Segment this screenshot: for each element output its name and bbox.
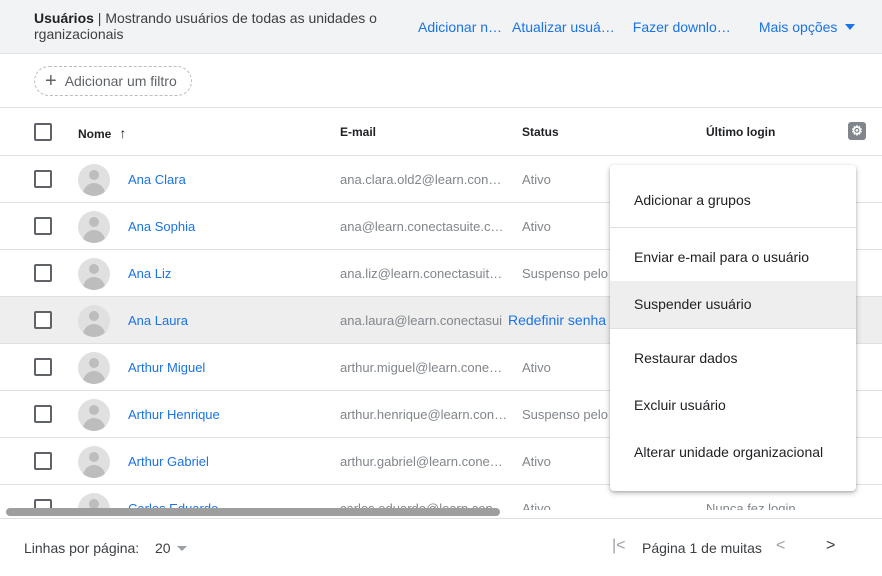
user-name-link[interactable]: Arthur Miguel [128,360,205,375]
row-checkbox[interactable] [34,264,52,282]
row-checkbox[interactable] [34,452,52,470]
menu-item-change-org-unit[interactable]: Alterar unidade organizacional [610,429,856,476]
user-last-login: Nunca fez login [706,501,796,510]
user-name-link[interactable]: Arthur Gabriel [128,454,209,469]
pagination-footer: Linhas por página: 20 |< Página 1 de mui… [0,518,882,576]
select-all-checkbox[interactable] [34,123,52,141]
title-bold: Usuários [34,10,94,26]
top-bar: Usuários | Mostrando usuários de todas a… [0,0,882,54]
horizontal-scrollbar[interactable] [6,508,500,516]
column-header-name[interactable]: Nome ↑ [78,125,126,141]
user-email: ana.laura@learn.conectasui [340,313,503,328]
toolbar-actions: Adicionar n… Atualizar usuá… Fazer downl… [418,19,856,35]
dropdown-caret-icon[interactable] [177,546,187,551]
download-button[interactable]: Fazer downlo… [633,19,731,35]
column-header-status[interactable]: Status [522,125,559,139]
user-status: Ativo [522,219,551,234]
first-page-icon[interactable]: |< [612,537,626,555]
more-options-button[interactable]: Mais opções [759,19,856,35]
next-page-icon[interactable]: > [826,537,835,555]
user-email: arthur.henrique@learn.cone… [340,407,508,422]
user-email: ana.liz@learn.conectasuite.… [340,266,508,281]
add-filter-label: Adicionar um filtro [64,73,177,89]
avatar-icon [78,305,110,337]
menu-divider [610,227,856,228]
add-user-button[interactable]: Adicionar n… [418,19,502,35]
menu-item-send-email[interactable]: Enviar e-mail para o usuário [610,234,856,281]
rows-per-page-label: Linhas por página: [24,540,140,556]
user-status: Suspenso pelo a [522,266,619,281]
add-filter-button[interactable]: + Adicionar um filtro [34,66,192,96]
menu-item-restore-data[interactable]: Restaurar dados [610,335,856,382]
row-checkbox[interactable] [34,311,52,329]
column-header-last-login[interactable]: Último login [706,125,775,139]
menu-item-delete-user[interactable]: Excluir usuário [610,382,856,429]
row-checkbox[interactable] [34,358,52,376]
table-header: Nome ↑ E-mail Status Último login ⚙ [0,108,882,156]
user-name-link[interactable]: Ana Laura [128,313,188,328]
prev-page-icon[interactable]: < [776,537,785,555]
user-name-link[interactable]: Arthur Henrique [128,407,220,422]
avatar-icon [78,352,110,384]
user-name-link[interactable]: Ana Sophia [128,219,195,234]
menu-item-suspend-user[interactable]: Suspender usuário [610,281,856,328]
row-context-menu: Adicionar a grupos Enviar e-mail para o … [610,165,856,491]
user-name-link[interactable]: Ana Liz [128,266,171,281]
menu-divider [610,328,856,329]
settings-gear-icon[interactable]: ⚙ [848,122,866,140]
row-checkbox[interactable] [34,405,52,423]
user-status: Ativo [522,501,551,510]
user-status: Ativo [522,454,551,469]
user-status: Ativo [522,172,551,187]
avatar-icon [78,399,110,431]
dropdown-caret-icon [845,24,856,30]
rows-per-page-select[interactable]: 20 [155,540,171,556]
user-email: ana@learn.conectasuite.com [340,219,508,234]
filter-bar: + Adicionar um filtro [0,54,882,108]
page-indicator: Página 1 de muitas [642,540,762,556]
page-title: Usuários | Mostrando usuários de todas a… [34,10,404,42]
avatar-icon [78,446,110,478]
column-header-email[interactable]: E-mail [340,125,376,139]
avatar-icon [78,211,110,243]
update-users-button[interactable]: Atualizar usuá… [512,19,615,35]
user-status: Suspenso pelo a [522,407,619,422]
row-checkbox[interactable] [34,217,52,235]
sort-arrow-icon: ↑ [119,125,127,141]
reset-password-link[interactable]: Redefinir senha [508,312,606,328]
user-email: arthur.miguel@learn.conect… [340,360,508,375]
column-name-label: Nome [78,127,112,141]
avatar-icon [78,258,110,290]
plus-icon: + [45,70,57,92]
avatar-icon [78,164,110,196]
user-name-link[interactable]: Ana Clara [128,172,186,187]
menu-item-add-to-groups[interactable]: Adicionar a grupos [610,173,856,227]
user-email: arthur.gabriel@learn.conect… [340,454,508,469]
user-email: ana.clara.old2@learn.conec… [340,172,508,187]
more-options-label: Mais opções [758,19,838,35]
row-checkbox[interactable] [34,170,52,188]
user-status: Ativo [522,360,551,375]
